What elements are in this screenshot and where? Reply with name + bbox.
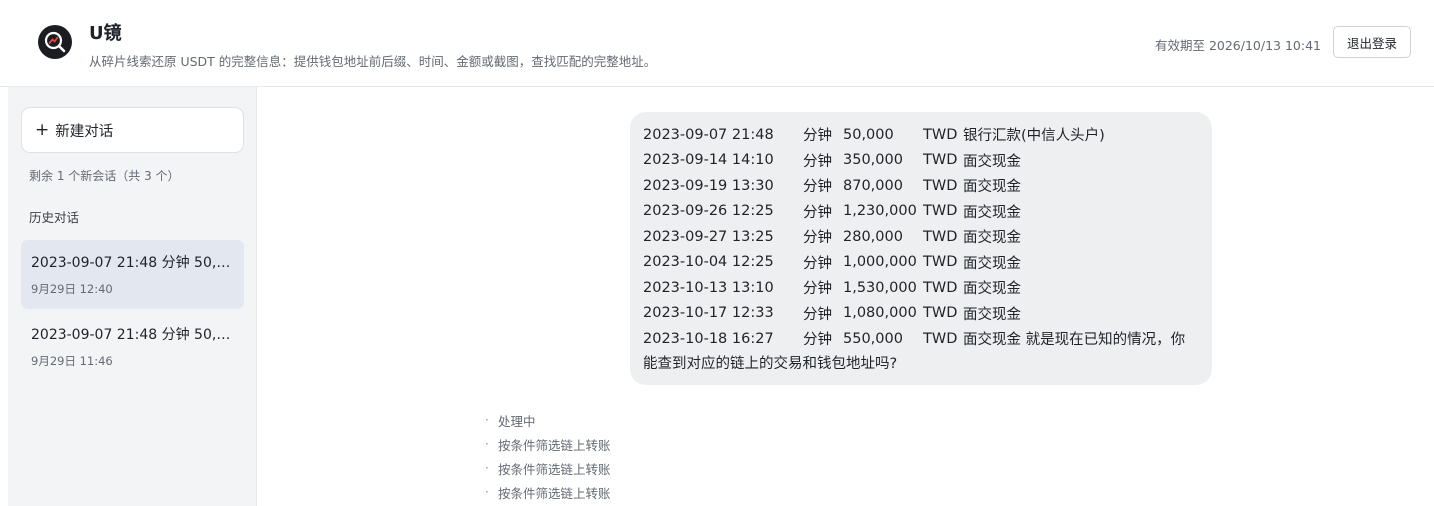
tx-date: 2023-09-07 21:48 (643, 126, 774, 143)
tx-method: 面交现金 (963, 281, 1021, 298)
app-window: U镜 从碎片线索还原 USDT 的完整信息：提供钱包地址前后缀、时间、金额或截图… (0, 0, 1434, 506)
tx-method: 面交现金 (963, 153, 1021, 170)
tx-amount: 1,080,000 (843, 305, 917, 322)
tx-unit: 分钟 (803, 128, 832, 145)
status-step-label: 按条件筛选链上转账 (498, 485, 611, 501)
tx-currency: TWD (923, 177, 958, 194)
tx-amount: 1,230,000 (843, 203, 917, 220)
tx-date: 2023-10-13 13:10 (643, 279, 774, 296)
sidebar: + 新建对话 剩余 1 个新会话（共 3 个） 历史对话 2023-09-07 … (8, 87, 257, 506)
tx-amount: 550,000 (843, 330, 903, 347)
tx-amount: 280,000 (843, 228, 903, 245)
tx-amount: 1,530,000 (843, 279, 917, 296)
processing-status-list: · 处理中 · 按条件筛选链上转账 · 按条件筛选链上转账 · 按条件筛选链上转… (485, 408, 611, 504)
status-step-label: 按条件筛选链上转账 (498, 437, 611, 453)
top-header: U镜 从碎片线索还原 USDT 的完整信息：提供钱包地址前后缀、时间、金额或截图… (0, 0, 1434, 87)
status-step: · 按条件筛选链上转账 (485, 432, 611, 456)
history-item-title: 2023-09-07 21:48 分钟 50,000 TWD 银行汇款(中信人头… (31, 327, 234, 343)
tx-date: 2023-09-14 14:10 (643, 152, 774, 169)
bullet-icon: · (485, 413, 489, 427)
tx-method: 面交现金 (963, 230, 1021, 247)
tx-date: 2023-09-26 12:25 (643, 203, 774, 220)
tx-amount: 870,000 (843, 177, 903, 194)
bullet-icon: · (485, 461, 489, 475)
transaction-line: 2023-10-13 13:10 分钟 1,530,000 TWD 面交现金 (643, 275, 1198, 301)
app-title: U镜 (89, 23, 122, 44)
tx-amount: 350,000 (843, 152, 903, 169)
tx-amount: 50,000 (843, 126, 894, 143)
chat-area: 2023-09-07 21:48 分钟 50,000 TWD 银行汇款(中信人头… (257, 87, 1434, 506)
transaction-line: 2023-09-07 21:48 分钟 50,000 TWD 银行汇款(中信人头… (643, 122, 1198, 148)
tx-date: 2023-10-18 16:27 (643, 330, 774, 347)
expiry-text: 有效期至 2026/10/13 10:41 (1154, 38, 1321, 53)
tx-method: 银行汇款(中信人头户) (963, 128, 1105, 145)
tx-currency: TWD (923, 152, 958, 169)
history-item[interactable]: 2023-09-07 21:48 分钟 50,000 TWD 银行汇款(中信人头… (21, 312, 244, 381)
app-subtitle: 从碎片线索还原 USDT 的完整信息：提供钱包地址前后缀、时间、金额或截图，查找… (89, 54, 657, 69)
tx-date: 2023-10-04 12:25 (643, 254, 774, 271)
history-section-label: 历史对话 (29, 210, 80, 225)
new-chat-button[interactable]: + 新建对话 (21, 107, 244, 153)
tx-date: 2023-09-19 13:30 (643, 177, 774, 194)
logout-button[interactable]: 退出登录 (1333, 26, 1411, 58)
transaction-line: 2023-10-17 12:33 分钟 1,080,000 TWD 面交现金 (643, 301, 1198, 327)
magnifier-chart-icon (38, 25, 72, 59)
tx-date: 2023-10-17 12:33 (643, 305, 774, 322)
transaction-line: 2023-09-26 12:25 分钟 1,230,000 TWD 面交现金 (643, 199, 1198, 225)
bullet-icon: · (485, 437, 489, 451)
tx-unit: 分钟 (803, 332, 832, 349)
tx-currency: TWD (923, 203, 958, 220)
tx-unit: 分钟 (803, 153, 832, 170)
tx-currency: TWD (923, 254, 958, 271)
status-step-label: 处理中 (498, 413, 536, 429)
tx-method: 面交现金 (963, 204, 1021, 221)
tx-currency: TWD (923, 126, 958, 143)
new-chat-label: 新建对话 (55, 123, 114, 140)
history-item-time: 9月29日 12:40 (31, 282, 113, 296)
tx-method: 面交现金 (963, 306, 1021, 323)
bullet-icon: · (485, 485, 489, 499)
message-question: 能查到对应的链上的交易和钱包地址吗? (643, 355, 898, 372)
tx-currency: TWD (923, 330, 958, 347)
transaction-line: 2023-09-14 14:10 分钟 350,000 TWD 面交现金 (643, 148, 1198, 174)
status-step: · 按条件筛选链上转账 (485, 480, 611, 504)
status-step: · 处理中 (485, 408, 611, 432)
user-message-bubble: 2023-09-07 21:48 分钟 50,000 TWD 银行汇款(中信人头… (630, 112, 1212, 385)
tx-unit: 分钟 (803, 281, 832, 298)
tx-unit: 分钟 (803, 255, 832, 272)
tx-unit: 分钟 (803, 179, 832, 196)
history-item[interactable]: 2023-09-07 21:48 分钟 50,000 TWD 银行汇款(中信人头… (21, 240, 244, 309)
status-step-label: 按条件筛选链上转账 (498, 461, 611, 477)
tx-method: 面交现金 (963, 255, 1021, 272)
transaction-line: 2023-10-18 16:27 分钟 550,000 TWD 面交现金 就是现… (643, 326, 1198, 352)
remaining-sessions-text: 剩余 1 个新会话（共 3 个） (29, 169, 180, 183)
tx-method: 面交现金 (963, 179, 1021, 196)
tx-currency: TWD (923, 305, 958, 322)
plus-icon: + (35, 119, 50, 140)
history-item-time: 9月29日 11:46 (31, 354, 113, 368)
tx-amount: 1,000,000 (843, 254, 917, 271)
tx-unit: 分钟 (803, 230, 832, 247)
transaction-line: 2023-09-19 13:30 分钟 870,000 TWD 面交现金 (643, 173, 1198, 199)
tx-currency: TWD (923, 279, 958, 296)
status-step: · 按条件筛选链上转账 (485, 456, 611, 480)
transaction-line: 2023-10-04 12:25 分钟 1,000,000 TWD 面交现金 (643, 250, 1198, 276)
tx-unit: 分钟 (803, 204, 832, 221)
tx-method: 面交现金 就是现在已知的情况，你 (963, 332, 1186, 349)
tx-unit: 分钟 (803, 306, 832, 323)
tx-date: 2023-09-27 13:25 (643, 228, 774, 245)
tx-currency: TWD (923, 228, 958, 245)
history-item-title: 2023-09-07 21:48 分钟 50,000 TWD 银行汇款(中信人头… (31, 255, 234, 271)
transaction-line: 2023-09-27 13:25 分钟 280,000 TWD 面交现金 (643, 224, 1198, 250)
